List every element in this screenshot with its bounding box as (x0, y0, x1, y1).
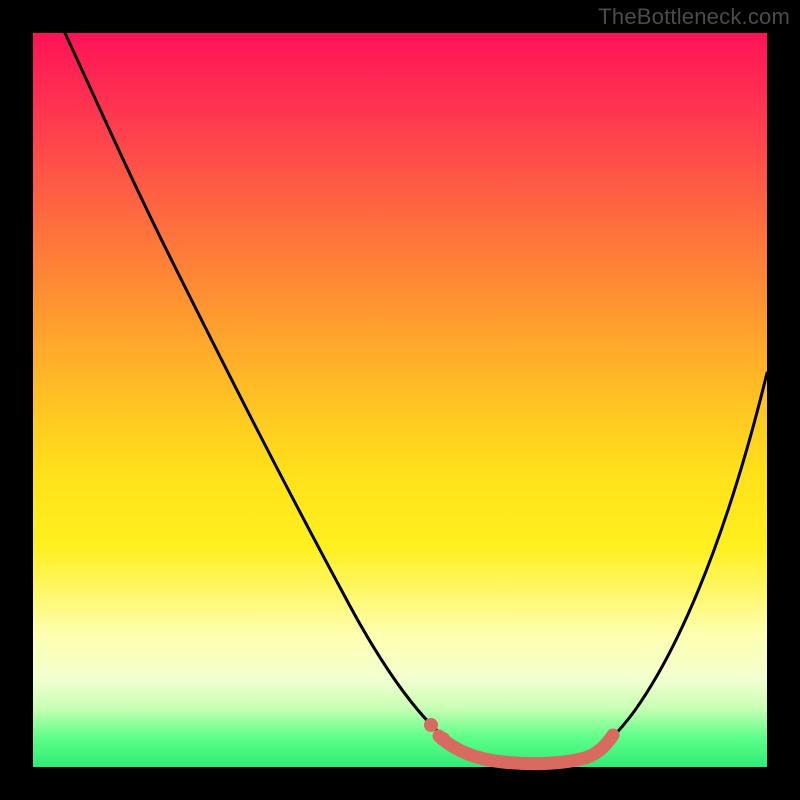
right-curve (547, 373, 767, 764)
curve-layer (33, 33, 767, 767)
chart-frame: TheBottleneck.com (0, 0, 800, 800)
highlight-dot-1 (424, 718, 438, 732)
highlight-dot-2 (436, 732, 450, 746)
watermark-text: TheBottleneck.com (598, 4, 790, 30)
left-curve (65, 33, 547, 764)
highlight-flat-segment (439, 735, 613, 764)
